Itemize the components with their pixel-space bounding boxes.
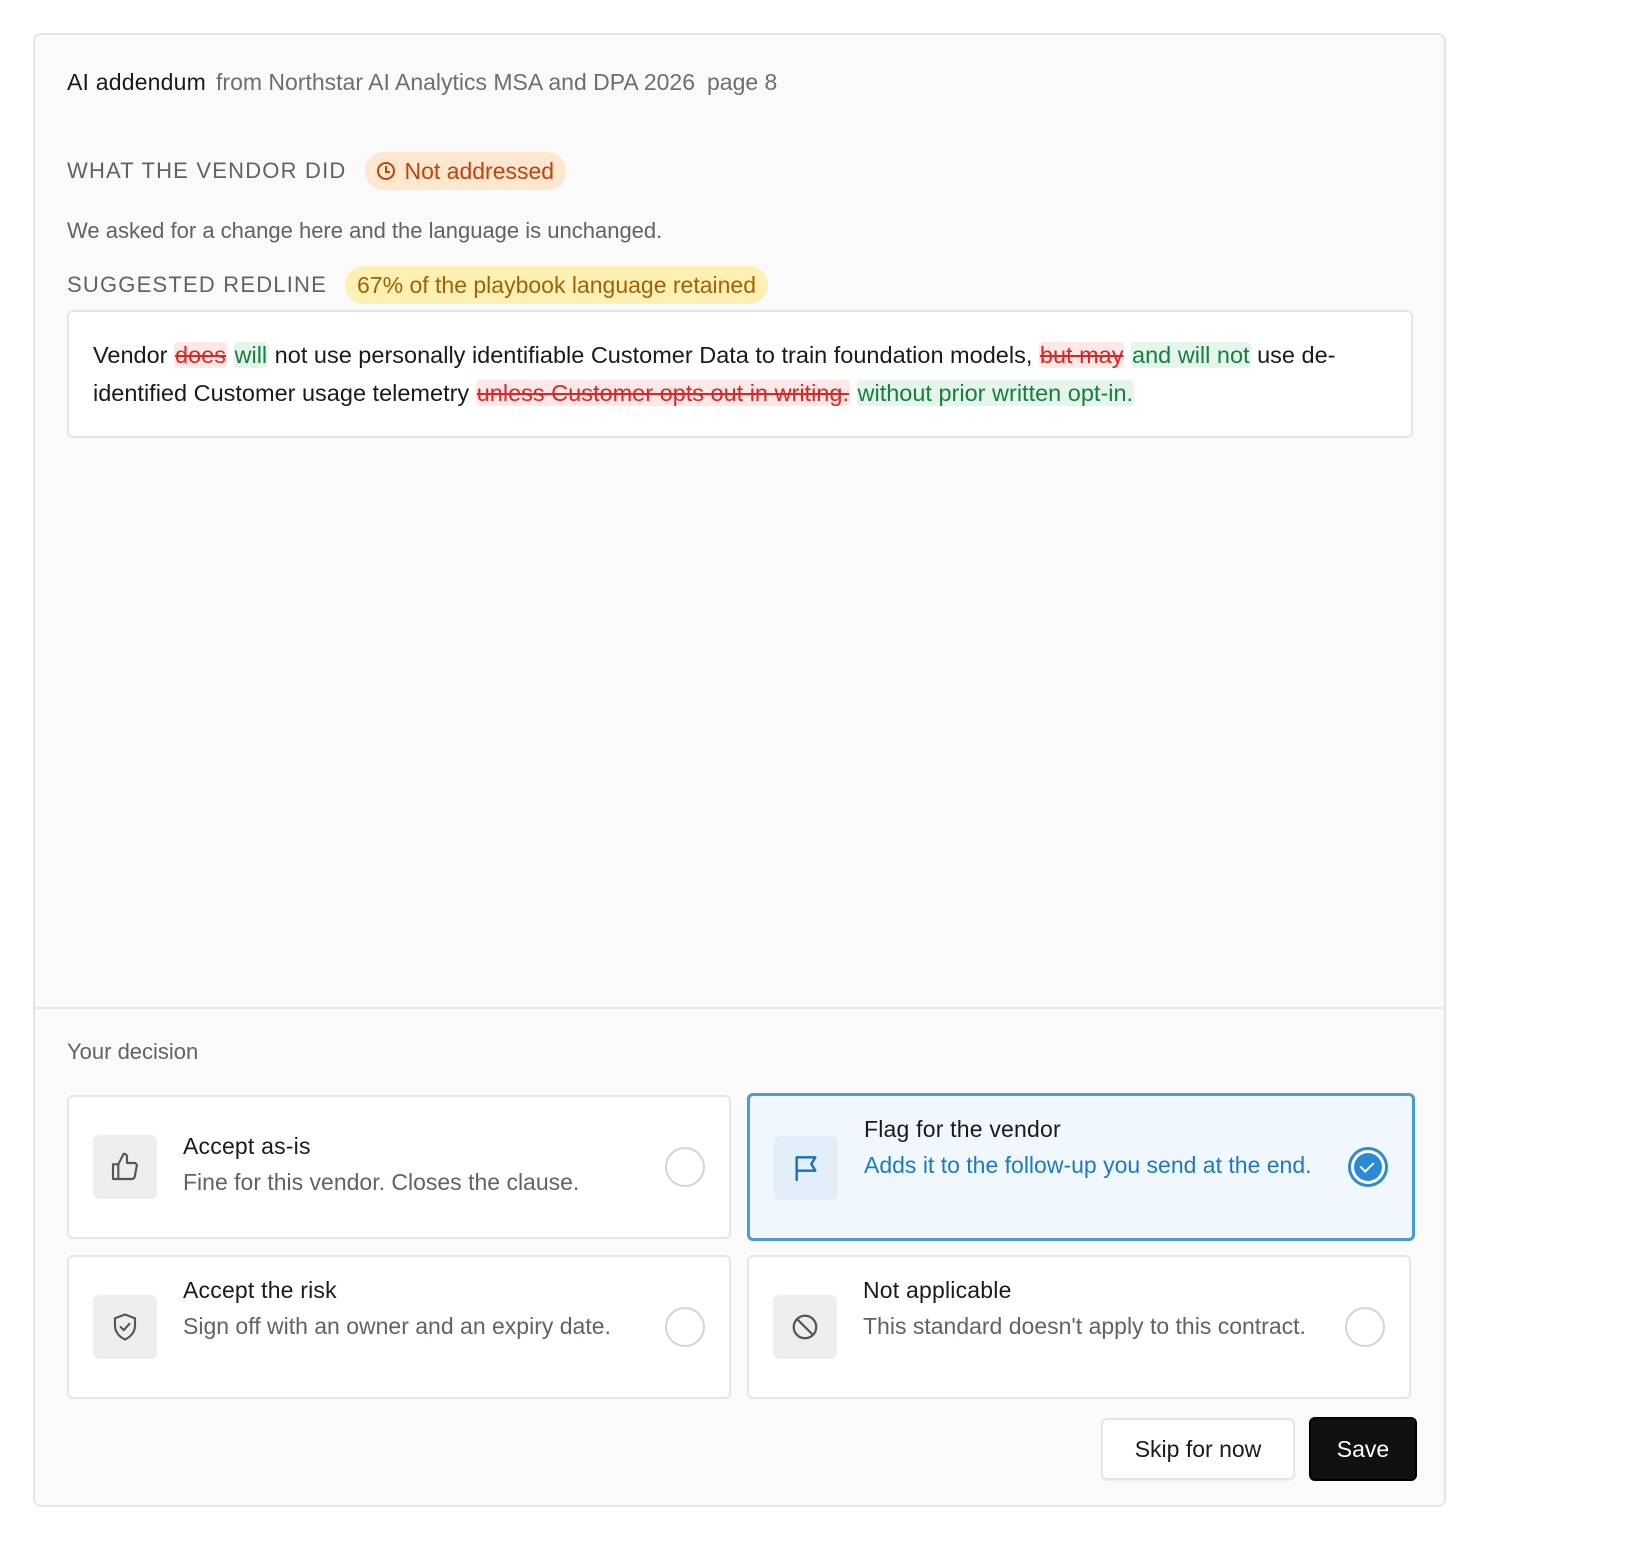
check-icon xyxy=(1354,1153,1382,1181)
status-badge-label: Not addressed xyxy=(404,157,555,184)
option-text: Accept the risk Sign off with an owner a… xyxy=(183,1277,629,1342)
redline-insertion: without prior written opt-in. xyxy=(856,380,1135,406)
thumbs-up-icon xyxy=(93,1135,157,1199)
option-subtitle: Fine for this vendor. Closes the clause. xyxy=(183,1169,580,1195)
ban-icon xyxy=(773,1295,837,1359)
retention-badge: 67% of the playbook language retained xyxy=(345,266,768,304)
redline-deletion: unless Customer opts out in writing. xyxy=(475,380,850,406)
redline-text: Vendor does will not use personally iden… xyxy=(67,310,1413,438)
option-radio[interactable] xyxy=(665,1307,705,1347)
vendor-section-header: WHAT THE VENDOR DID Not addressed xyxy=(67,152,567,190)
option-title: Not applicable xyxy=(863,1277,1012,1303)
redline-insertion: will xyxy=(233,342,269,368)
redline-deletion: but may xyxy=(1038,342,1125,368)
flag-icon xyxy=(774,1136,838,1200)
option-flag-for-vendor[interactable]: Flag for the vendor Adds it to the follo… xyxy=(747,1093,1415,1241)
option-text: Accept as-is Fine for this vendor. Close… xyxy=(183,1133,629,1198)
clause-page: page 8 xyxy=(707,69,778,95)
option-radio-checked[interactable] xyxy=(1348,1147,1388,1187)
option-subtitle: Sign off with an owner and an expiry dat… xyxy=(183,1313,611,1339)
option-subtitle: This standard doesn't apply to this cont… xyxy=(863,1313,1306,1339)
redline-text-segment: Vendor xyxy=(93,342,175,368)
option-radio[interactable] xyxy=(1345,1307,1385,1347)
redline-section-label: SUGGESTED REDLINE xyxy=(67,272,328,297)
decision-label: Your decision xyxy=(67,1039,199,1064)
redline-section-header: SUGGESTED REDLINE 67% of the playbook la… xyxy=(67,266,768,304)
option-accept-the-risk[interactable]: Accept the risk Sign off with an owner a… xyxy=(67,1255,731,1399)
clause-details-panel: AI addendum from Northstar AI Analytics M… xyxy=(35,35,1444,1009)
option-text: Not applicable This standard doesn't app… xyxy=(863,1277,1309,1342)
status-badge: Not addressed xyxy=(364,152,567,190)
option-not-applicable[interactable]: Not applicable This standard doesn't app… xyxy=(747,1255,1411,1399)
vendor-description: We asked for a change here and the langu… xyxy=(67,218,663,243)
skip-for-now-button[interactable]: Skip for now xyxy=(1101,1418,1295,1480)
clause-review-card: AI addendum from Northstar AI Analytics M… xyxy=(33,33,1446,1507)
clause-name: AI addendum xyxy=(67,69,207,95)
option-text: Flag for the vendor Adds it to the follo… xyxy=(864,1116,1312,1181)
clause-source: from Northstar AI Analytics MSA and DPA … xyxy=(216,69,695,95)
option-title: Accept as-is xyxy=(183,1133,311,1159)
shield-check-icon xyxy=(93,1295,157,1359)
save-button[interactable]: Save xyxy=(1309,1417,1417,1481)
option-radio[interactable] xyxy=(665,1147,705,1187)
clock-icon xyxy=(376,162,395,180)
redline-insertion: and will not xyxy=(1131,342,1251,368)
option-title: Accept the risk xyxy=(183,1277,337,1303)
option-accept-as-is[interactable]: Accept as-is Fine for this vendor. Close… xyxy=(67,1095,731,1239)
redline-deletion: does xyxy=(174,342,227,368)
option-subtitle: Adds it to the follow-up you send at the… xyxy=(864,1152,1312,1178)
option-title: Flag for the vendor xyxy=(864,1116,1061,1142)
redline-text-segment: not use personally identifiable Customer… xyxy=(268,342,1039,368)
clause-header: AI addendum from Northstar AI Analytics M… xyxy=(67,69,777,96)
vendor-section-label: WHAT THE VENDOR DID xyxy=(67,158,347,183)
